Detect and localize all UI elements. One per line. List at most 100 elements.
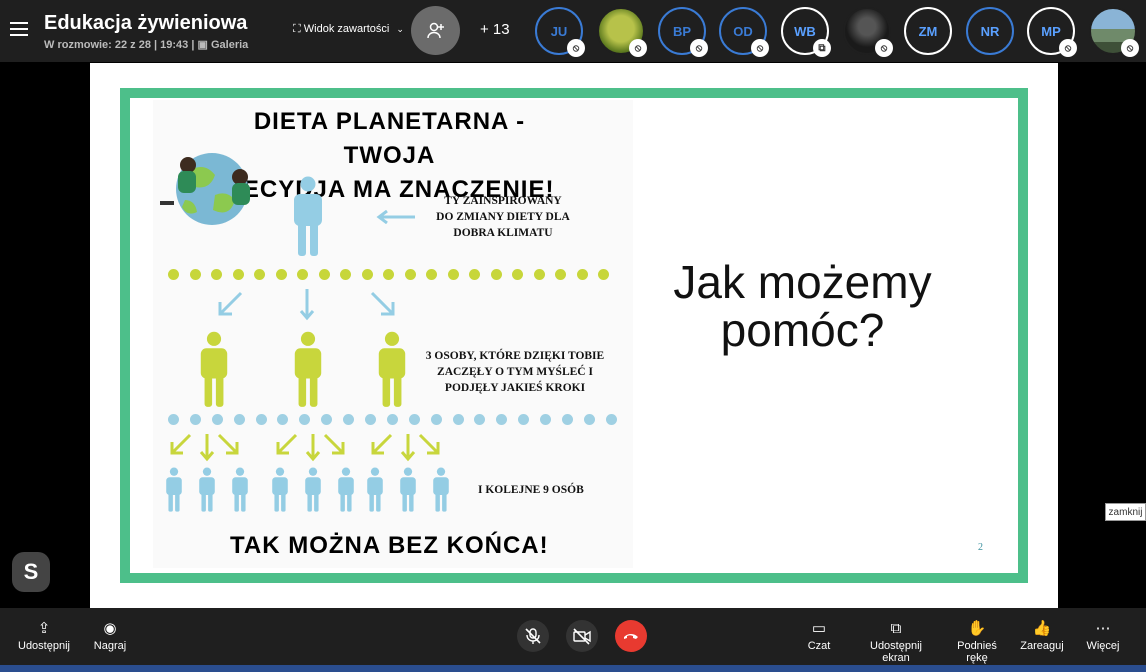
react-label: Zareaguj <box>1020 640 1064 652</box>
mic-muted-icon: ⦸ <box>629 39 647 57</box>
avatar-od[interactable]: OD ⦸ <box>719 7 769 57</box>
slide-footer: TAK MOŻNA BEZ KOŃCA! <box>230 532 549 559</box>
record-button[interactable]: ◉ Nagraj <box>88 618 132 652</box>
content-view-button[interactable]: ⛶ Widok zawartości ⌄ <box>293 23 404 36</box>
caption-line: 3 OSOBY, KTÓRE DZIĘKI TOBIE <box>425 350 605 362</box>
divider-dot <box>361 269 373 280</box>
slide-page-number: 2 <box>978 542 983 553</box>
skype-logo-icon[interactable]: S <box>12 552 50 592</box>
divider-dot <box>605 414 617 425</box>
avatar-initials: MP <box>1041 23 1061 39</box>
dotted-divider <box>168 269 620 280</box>
divider-dot <box>447 269 459 280</box>
mic-muted-icon: ⦸ <box>875 39 893 57</box>
person-icon <box>272 467 288 512</box>
avatar-initials: OD <box>733 23 753 39</box>
divider-dot <box>386 414 398 425</box>
arrow-down-left-icon <box>218 291 243 316</box>
arrow-icon <box>371 433 393 455</box>
more-participants-count[interactable]: + 13 <box>480 21 510 38</box>
divider-dot <box>277 414 289 425</box>
screen-share-button[interactable]: ⧉ Udostępnij ekran <box>858 618 934 664</box>
caption-line: DOBRA KLIMATU <box>453 227 553 239</box>
camera-off-icon <box>573 628 591 645</box>
menu-icon[interactable] <box>10 22 28 36</box>
avatar-zm[interactable]: ZM <box>904 7 952 55</box>
divider-dot <box>490 269 502 280</box>
mic-muted-icon: ⦸ <box>1059 39 1077 57</box>
divider-dot <box>318 269 330 280</box>
mic-muted-icon: ⦸ <box>1121 39 1139 57</box>
divider-dot <box>404 269 416 280</box>
divider-dot <box>343 414 355 425</box>
avatar-initials: JU <box>550 23 568 39</box>
divider-dot <box>189 414 201 425</box>
divider-dot <box>211 269 222 280</box>
more-button[interactable]: ⋯ Więcej <box>1086 618 1120 652</box>
mute-button[interactable] <box>517 620 549 652</box>
caption-three: 3 OSOBY, KTÓRE DZIĘKI TOBIE ZACZĘŁY O TY… <box>420 348 610 396</box>
person-icon <box>294 176 322 256</box>
divider-dot <box>533 269 545 280</box>
divider-dot <box>275 269 287 280</box>
divider-dot <box>299 414 311 425</box>
avatar-photo[interactable]: ⦸ <box>1089 7 1139 57</box>
caption-line: DO ZMIANY DIETY DLA <box>436 211 570 223</box>
call-title: Edukacja żywieniowa <box>44 12 248 34</box>
gallery-label: Galeria <box>210 39 249 51</box>
caption-nine: I KOLEJNE 9 OSÓB <box>478 484 584 496</box>
divider-dot <box>321 414 333 425</box>
arrow-icon <box>217 433 239 455</box>
arrow-icon <box>400 434 416 462</box>
caption-line: PODJĘŁY JAKIEŚ KROKI <box>444 382 586 394</box>
avatar-ju[interactable]: JU ⦸ <box>535 7 585 57</box>
slide-question: Jak możemy pomóc? <box>665 258 940 354</box>
taskbar-strip <box>0 665 1146 672</box>
end-call-icon <box>624 634 638 639</box>
arrow-left-icon <box>376 210 415 224</box>
record-icon: ◉ <box>103 620 117 637</box>
mic-muted-icon: ⦸ <box>567 39 585 57</box>
avatar-initials: WB <box>794 23 816 39</box>
arrow-icon <box>418 433 440 455</box>
divider-dot <box>168 269 179 280</box>
divider-dot <box>469 269 480 280</box>
arrow-icon <box>305 434 321 462</box>
arrow-down-icon <box>299 289 315 321</box>
share-button[interactable]: ⇪ Udostępnij <box>18 618 70 652</box>
globe-illustration <box>160 153 250 225</box>
add-person-icon <box>426 22 444 38</box>
avatar-mp[interactable]: MP ⦸ <box>1027 7 1077 57</box>
avatar-initials: ZM <box>918 23 938 39</box>
hang-up-button[interactable] <box>615 620 647 652</box>
add-participant-button[interactable] <box>411 6 460 55</box>
arrow-icon <box>170 433 192 455</box>
person-icon <box>232 467 248 512</box>
divider-dot <box>452 414 464 425</box>
chat-button[interactable]: ▭ Czat <box>804 618 834 652</box>
close-tooltip: zamknij <box>1105 503 1146 521</box>
person-icon <box>199 467 215 512</box>
mic-muted-icon: ⦸ <box>690 39 708 57</box>
raise-hand-button[interactable]: ✋ Podnieś rękę <box>948 618 1006 664</box>
thumbs-up-icon: 👍 <box>1032 620 1052 637</box>
avatar-photo[interactable]: ⦸ <box>597 7 647 57</box>
call-header: Edukacja żywieniowa W rozmowie: 22 z 28 … <box>0 0 1146 62</box>
person-icon <box>166 467 182 512</box>
avatar-nr[interactable]: NR <box>966 7 1014 55</box>
divider-dot <box>255 414 267 425</box>
person-icon <box>400 467 416 512</box>
mic-off-icon <box>525 628 541 644</box>
divider-dot <box>211 414 223 425</box>
screen-share-icon: ⧉ <box>890 620 902 637</box>
react-button[interactable]: 👍 Zareaguj <box>1020 618 1064 652</box>
divider-dot <box>583 414 595 425</box>
caption-you: TY ZAINSPIROWANY DO ZMIANY DIETY DLA DOB… <box>428 193 578 241</box>
avatar-bp[interactable]: BP ⦸ <box>658 7 708 57</box>
avatar-photo[interactable]: ⦸ <box>843 7 893 57</box>
avatar-wb[interactable]: WB ⧉ <box>781 7 831 57</box>
dotted-divider <box>168 414 628 425</box>
divider-dot <box>365 414 377 425</box>
call-status-text: W rozmowie: 22 z 28 | 19:43 | <box>44 39 195 51</box>
camera-button[interactable] <box>566 620 598 652</box>
